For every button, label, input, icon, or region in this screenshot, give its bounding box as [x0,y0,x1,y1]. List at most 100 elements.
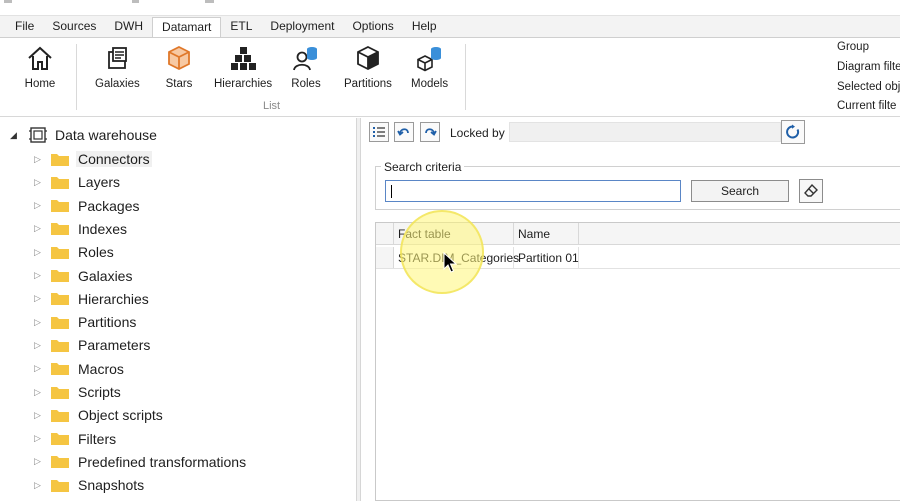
folder-icon [51,433,69,446]
expand-caret-icon[interactable]: ▷ [34,317,46,328]
tree-item-label: Connectors [76,151,152,167]
tree-item-snapshots[interactable]: ▷ Snapshots [34,475,144,495]
tree-item-label: Filters [78,430,117,447]
folder-icon [51,223,69,236]
expand-caret-icon[interactable]: ▷ [34,223,46,234]
text-caret [391,185,392,198]
home-button[interactable]: Home [24,42,56,90]
folder-icon [51,153,69,166]
expand-caret-icon[interactable]: ▷ [34,363,46,374]
tree-item-roles[interactable]: ▷ Roles [34,242,114,262]
expand-caret-icon[interactable]: ▷ [34,410,46,421]
row-header-corner [376,223,394,244]
folder-icon [51,293,69,306]
tree-item-label: Indexes [78,220,128,237]
content-pane: Locked by Search criteria Search Fact ta… [361,118,900,501]
expand-caret-icon[interactable]: ▷ [34,293,46,304]
folder-icon [51,316,69,329]
column-fact-table[interactable]: Fact table [394,223,514,244]
table-row[interactable]: STAR.DIM_Categories Partition 01 [376,247,900,269]
menu-help[interactable]: Help [403,16,446,37]
diagram-filter-option[interactable]: Diagram filte [837,61,900,73]
roles-label: Roles [291,78,321,90]
expand-caret-icon[interactable]: ▷ [34,480,46,491]
list-view-button[interactable] [369,122,389,142]
locked-by-label: Locked by [450,126,505,140]
cell-name[interactable]: Partition 01 [514,247,579,268]
expand-caret-icon[interactable]: ▷ [34,270,46,281]
menu-deployment[interactable]: Deployment [261,16,343,37]
eraser-icon [804,183,818,197]
undo-button[interactable] [394,122,414,142]
tree-item-partitions[interactable]: ▷ Partitions [34,312,136,332]
refresh-icon [786,124,800,139]
folder-icon [51,479,69,492]
tree-item-scripts[interactable]: ▷ Scripts [34,382,121,402]
redo-button[interactable] [420,122,440,142]
redo-icon [425,128,437,136]
expand-caret-icon[interactable]: ▷ [34,433,46,444]
search-button[interactable]: Search [691,180,789,202]
menu-options[interactable]: Options [343,16,402,37]
hierarchies-button[interactable]: Hierarchies [214,42,272,90]
tree-root-data-warehouse[interactable]: ◢ Data warehouse [10,126,157,144]
stars-button[interactable]: Stars [163,42,195,90]
title-fragment [205,0,214,3]
galaxies-label: Galaxies [95,78,140,90]
expanded-caret-icon[interactable]: ◢ [10,130,22,141]
tree-item-label: Hierarchies [78,290,149,307]
home-label: Home [24,78,56,90]
tree-item-filters[interactable]: ▷ Filters [34,429,116,449]
partitions-button[interactable]: Partitions [344,42,392,90]
tree-item-indexes[interactable]: ▷ Indexes [34,219,127,239]
expand-caret-icon[interactable]: ▷ [34,154,46,165]
tree-item-label: Object scripts [78,407,163,424]
hierarchies-label: Hierarchies [214,78,273,90]
group-option[interactable]: Group [837,41,869,53]
expand-caret-icon[interactable]: ▷ [34,387,46,398]
row-selector[interactable] [376,247,394,268]
expand-caret-icon[interactable]: ▷ [34,177,46,188]
tree-item-label: Parameters [78,337,151,354]
expand-caret-icon[interactable]: ▷ [34,340,46,351]
cell-fact-table[interactable]: STAR.DIM_Categories [394,247,519,268]
folder-icon [51,270,69,282]
roles-button[interactable]: Roles [290,42,322,90]
tree-item-layers[interactable]: ▷ Layers [34,172,120,192]
tree-item-hierarchies[interactable]: ▷ Hierarchies [34,289,149,309]
menu-file[interactable]: File [6,16,43,37]
menu-dwh[interactable]: DWH [105,16,152,37]
stars-label: Stars [165,78,193,90]
tree-item-label: Macros [78,360,124,377]
home-icon [24,42,56,74]
expand-caret-icon[interactable]: ▷ [34,247,46,258]
tree-item-connectors[interactable]: ▷ Connectors [34,149,152,169]
expand-caret-icon[interactable]: ▷ [34,200,46,211]
search-input[interactable] [385,180,681,202]
hierarchies-icon [227,42,259,74]
galaxies-icon [101,42,133,74]
column-name[interactable]: Name [514,223,579,244]
clear-search-button[interactable] [799,179,823,203]
current-filter-option[interactable]: Current filte [837,100,896,112]
tree-item-object-scripts[interactable]: ▷ Object scripts [34,405,163,425]
tree-item-macros[interactable]: ▷ Macros [34,359,124,379]
menu-etl[interactable]: ETL [221,16,261,37]
tree-item-galaxies[interactable]: ▷ Galaxies [34,266,132,286]
tree-item-parameters[interactable]: ▷ Parameters [34,335,150,355]
roles-icon [290,42,322,74]
star-cube-icon [163,42,195,74]
menu-sources[interactable]: Sources [43,16,105,37]
refresh-button[interactable] [781,120,805,144]
models-button[interactable]: Models [411,42,448,90]
tree-item-predefined-transformations[interactable]: ▷ Predefined transformations [34,452,246,472]
galaxies-button[interactable]: Galaxies [95,42,140,90]
tree-item-packages[interactable]: ▷ Packages [34,196,139,216]
ribbon-divider [76,44,77,110]
selected-objects-option[interactable]: Selected obj [837,81,900,93]
expand-caret-icon[interactable]: ▷ [34,456,46,467]
menu-datamart[interactable]: Datamart [152,17,222,37]
partitions-icon [352,42,384,74]
tree-item-label: Partitions [78,314,137,331]
tree-root-label: Data warehouse [55,127,157,143]
